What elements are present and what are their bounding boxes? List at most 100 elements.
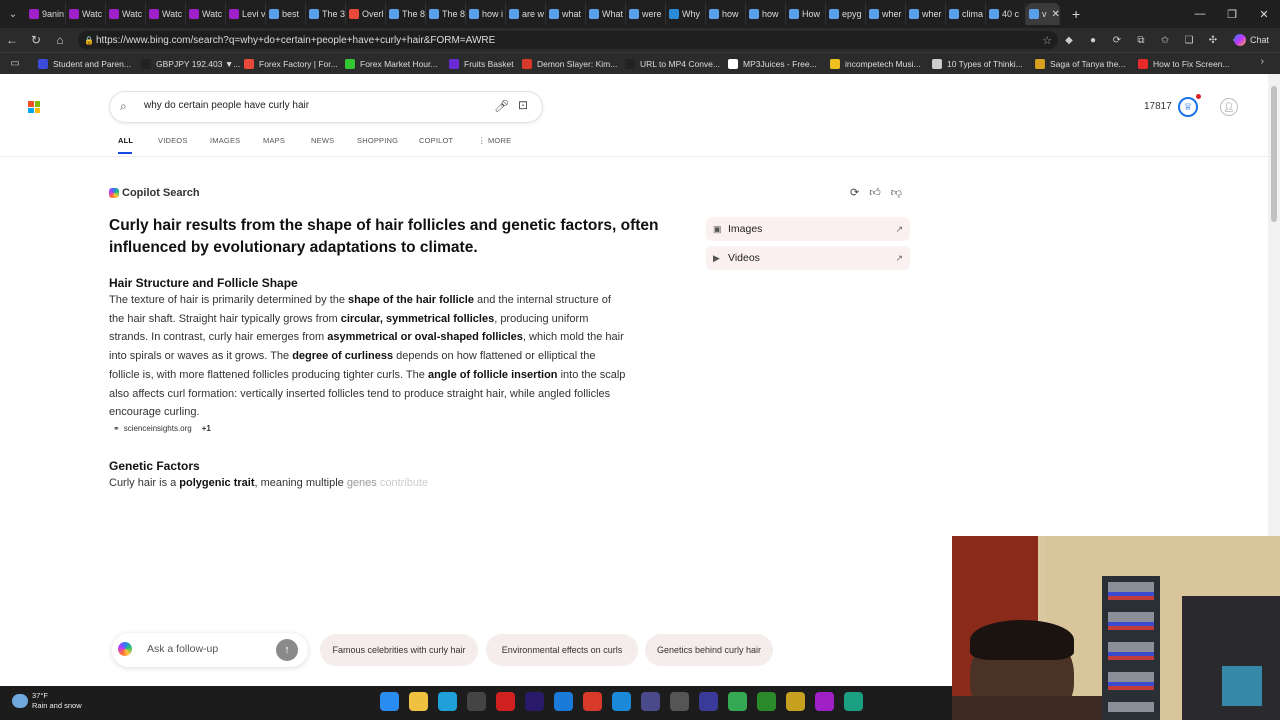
back-button[interactable]: ← — [0, 28, 24, 52]
suggestion-chip[interactable]: Genetics behind curly hair — [645, 634, 773, 666]
bookmark-item[interactable]: Saga of Tanya the... — [1035, 56, 1125, 72]
search-icon[interactable]: ⌕ — [120, 99, 127, 114]
browser-tab[interactable]: 9anin — [26, 3, 66, 25]
store-icon[interactable] — [467, 692, 486, 711]
tab-actions-icon[interactable]: ⌄ — [0, 0, 26, 28]
browser-tab[interactable]: How — [786, 3, 826, 25]
tab-videos[interactable]: VIDEOS — [158, 136, 188, 145]
new-tab-button[interactable]: + — [1072, 6, 1080, 22]
browser-tab[interactable]: The 3 — [306, 3, 346, 25]
favorites-icon[interactable]: ✩ — [1158, 33, 1172, 47]
microphone-icon[interactable]: 🎤︎ — [494, 99, 509, 113]
browser-tab[interactable]: epyg — [826, 3, 866, 25]
browser-tab[interactable]: Watc — [66, 3, 106, 25]
url-input[interactable]: 🔒 https://www.bing.com/search?q=why+do+c… — [78, 31, 1058, 49]
extensions-puzzle-icon[interactable]: ✣ — [1206, 33, 1220, 47]
browser-tab[interactable]: are w — [506, 3, 546, 25]
thumbs-down-icon[interactable]: 👎︎ — [891, 186, 902, 199]
app-violet-icon[interactable] — [815, 692, 834, 711]
browser-tab[interactable]: Levi v — [226, 3, 266, 25]
copilot-chat-button[interactable]: Chat — [1234, 32, 1269, 48]
browser-tab[interactable]: Watc — [186, 3, 226, 25]
chrome-icon[interactable] — [728, 692, 747, 711]
bookmark-item[interactable]: Demon Slayer: Kim... — [522, 56, 617, 72]
bookmark-item[interactable]: How to Fix Screen... — [1138, 56, 1230, 72]
app-multicolor-icon[interactable] — [786, 692, 805, 711]
close-window-button[interactable]: ✕ — [1248, 0, 1280, 28]
bookmark-item[interactable]: MP3Juices - Free... — [728, 56, 817, 72]
tab-more[interactable]: ⋮ MORE — [478, 136, 511, 145]
collections-icon[interactable]: ❏ — [1182, 33, 1196, 47]
windows-icon[interactable] — [380, 692, 399, 711]
rewards-points[interactable]: 17817 — [1144, 101, 1172, 112]
bookmark-folder-icon[interactable]: ▭ — [0, 58, 30, 69]
suggestion-chip[interactable]: Environmental effects on curls — [486, 634, 638, 666]
tab-shopping[interactable]: SHOPPING — [357, 136, 398, 145]
tab-all[interactable]: ALL — [118, 136, 133, 145]
browser-tab[interactable]: Overl — [346, 3, 386, 25]
minimize-button[interactable]: — — [1184, 0, 1216, 28]
refresh-button[interactable]: ↻ — [24, 28, 48, 52]
browser-tab[interactable]: Watc — [106, 3, 146, 25]
tab-maps[interactable]: MAPS — [263, 136, 285, 145]
tab-copilot[interactable]: COPILOT — [419, 136, 453, 145]
maximize-button[interactable]: ❐ — [1216, 0, 1248, 28]
app-f-icon[interactable] — [583, 692, 602, 711]
app-square-icon[interactable] — [612, 692, 631, 711]
side-link-images[interactable]: ▣ Images ↗ — [706, 217, 910, 241]
share-icon[interactable]: ⟳ — [850, 186, 859, 199]
browser-tab[interactable]: Why — [666, 3, 706, 25]
bookmark-item[interactable]: Fruits Basket — [449, 56, 514, 72]
app-purple-icon[interactable] — [699, 692, 718, 711]
follow-up-bar[interactable]: Ask a follow-up ↑ — [112, 633, 308, 667]
close-tab-icon[interactable]: ✕ — [1052, 9, 1060, 20]
microsoft-logo-icon[interactable] — [28, 101, 40, 113]
browser-tab[interactable]: v ✕ — [1026, 3, 1060, 25]
bookmark-item[interactable]: Forex Market Hour... — [345, 56, 437, 72]
tab-news[interactable]: NEWS — [311, 136, 334, 145]
bookmark-item[interactable]: incompetech Musi... — [830, 56, 921, 72]
app-blue-icon[interactable] — [554, 692, 573, 711]
weather-widget[interactable]: 37°F Rain and snow — [12, 691, 82, 711]
browser-tab[interactable]: how i — [466, 3, 506, 25]
thumbs-up-icon[interactable]: 👍︎ — [869, 186, 881, 199]
browser-tab[interactable]: how — [746, 3, 786, 25]
browser-tab[interactable]: wher — [906, 3, 946, 25]
app-red-icon[interactable] — [496, 692, 515, 711]
browser-tab[interactable]: wher — [866, 3, 906, 25]
premiere-icon[interactable] — [525, 692, 544, 711]
send-arrow-icon[interactable]: ↑ — [276, 639, 298, 661]
bookmark-item[interactable]: Forex Factory | For... — [244, 56, 338, 72]
browser-tab[interactable]: The 8 — [386, 3, 426, 25]
bookmark-item[interactable]: GBPJPY 192.403 ▼... — [141, 56, 240, 72]
bookmark-item[interactable]: URL to MP4 Conve... — [625, 56, 720, 72]
extension-colorful-icon[interactable]: ● — [1086, 33, 1100, 47]
citation-more[interactable]: +1 — [202, 424, 211, 433]
bookmark-item[interactable]: Student and Paren... — [38, 56, 131, 72]
search-input[interactable]: why do certain people have curly hair — [144, 100, 309, 111]
bookmarks-more-icon[interactable]: › — [1261, 56, 1264, 67]
visual-search-icon[interactable]: ⊡ — [518, 98, 528, 112]
account-avatar-icon[interactable]: 👤︎ — [1220, 98, 1238, 116]
browser-tab[interactable]: Watc — [146, 3, 186, 25]
browser-tab[interactable]: The 8 — [426, 3, 466, 25]
browser-tab[interactable]: What — [586, 3, 626, 25]
home-button[interactable]: ⌂ — [48, 28, 72, 52]
tab-images[interactable]: IMAGES — [210, 136, 240, 145]
extension-icon[interactable]: ◆ — [1062, 33, 1076, 47]
file-explorer-icon[interactable] — [409, 692, 428, 711]
sync-icon[interactable]: ⟳ — [1110, 33, 1124, 47]
browser-tab[interactable]: how — [706, 3, 746, 25]
follow-up-input[interactable]: Ask a follow-up — [147, 643, 218, 655]
app-green-icon[interactable] — [757, 692, 776, 711]
favorite-star-icon[interactable]: ☆ — [1042, 34, 1052, 47]
app-dark-icon[interactable] — [641, 692, 660, 711]
search-box[interactable]: ⌕ why do certain people have curly hair … — [110, 92, 542, 122]
split-screen-icon[interactable]: ⧉ — [1134, 33, 1148, 47]
side-link-videos[interactable]: ▶ Videos ↗ — [706, 246, 910, 270]
rewards-trophy-icon[interactable]: ♕ — [1178, 97, 1198, 117]
browser-tab[interactable]: 40 c — [986, 3, 1026, 25]
app-teal-icon[interactable] — [844, 692, 863, 711]
suggestion-chip[interactable]: Famous celebrities with curly hair — [320, 634, 478, 666]
scrollbar-thumb[interactable] — [1271, 86, 1277, 222]
